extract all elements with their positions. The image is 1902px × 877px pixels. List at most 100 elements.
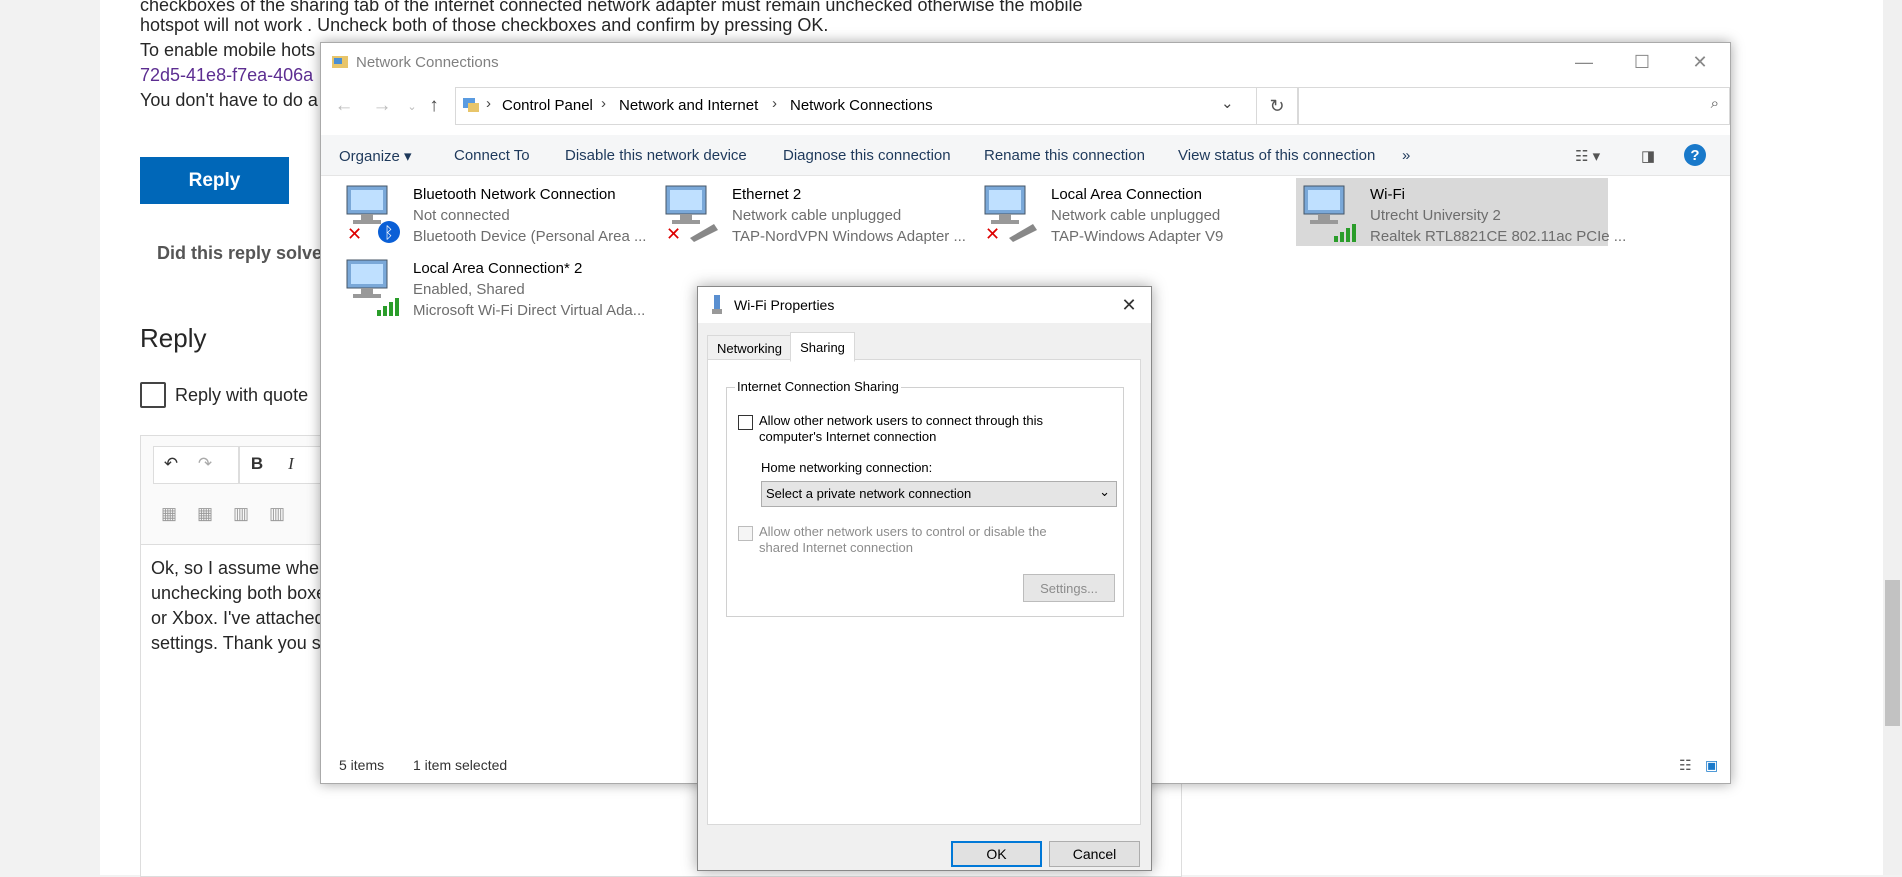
forward-icon[interactable]: → xyxy=(369,91,395,121)
breadcrumb-network-connections[interactable]: Network Connections xyxy=(790,97,933,114)
network-folder-icon xyxy=(332,56,348,68)
tab-sharing[interactable]: Sharing xyxy=(790,332,855,362)
connection-device: Realtek RTL8821CE 802.11ac PCIe ... xyxy=(1370,228,1627,245)
item-count: 5 items xyxy=(339,757,385,773)
organize-menu[interactable]: Organize ▾ xyxy=(339,147,412,165)
search-box[interactable]: ⌕ xyxy=(1298,87,1730,125)
control-panel-icon xyxy=(463,98,479,112)
editor-content[interactable]: Ok, so I assume when unchecking both box… xyxy=(151,556,331,656)
bold-button[interactable]: B xyxy=(241,448,273,480)
breadcrumb-control-panel[interactable]: Control Panel xyxy=(502,97,593,114)
close-icon[interactable]: ✕ xyxy=(1671,43,1729,81)
dialog-titlebar[interactable]: Wi-Fi Properties ✕ xyxy=(698,287,1151,323)
editor-line: settings. Thank you so xyxy=(151,633,331,653)
redo-icon[interactable]: ↷ xyxy=(189,448,221,480)
connection-device: TAP-NordVPN Windows Adapter ... xyxy=(732,228,966,245)
details-view-icon[interactable]: ☷ xyxy=(1679,757,1692,774)
view-status-button[interactable]: View status of this connection xyxy=(1178,147,1375,164)
selection-count: 1 item selected xyxy=(413,757,508,773)
undo-icon[interactable]: ↶ xyxy=(155,448,187,480)
did-this-reply-solve-text: Did this reply solve xyxy=(157,243,323,263)
reply-with-quote-checkbox[interactable] xyxy=(140,382,166,408)
ethernet-icon: ✕ xyxy=(665,185,718,244)
page-scrollbar[interactable] xyxy=(1883,0,1902,875)
preview-pane-icon[interactable]: ◨ xyxy=(1641,147,1655,165)
change-view-icon[interactable]: ☷ ▾ xyxy=(1575,147,1600,165)
editor-line: or Xbox. I've attached xyxy=(151,608,325,628)
tiles-view-icon[interactable]: ▣ xyxy=(1705,757,1718,774)
more-commands-button[interactable]: » xyxy=(1402,147,1410,164)
close-icon[interactable]: ✕ xyxy=(1107,287,1151,323)
connection-status: Utrecht University 2 xyxy=(1370,207,1501,224)
connection-item-local-area[interactable]: ✕ Local Area Connection Network cable un… xyxy=(977,178,1289,246)
reply-with-quote-label: Reply with quote xyxy=(175,385,309,405)
table-column-right-icon[interactable]: ▥ xyxy=(261,498,293,530)
diagnose-button[interactable]: Diagnose this connection xyxy=(783,147,951,164)
connection-item-bluetooth[interactable]: ✕ ᛒ Bluetooth Network Connection Not con… xyxy=(339,178,651,246)
up-icon[interactable]: ↑ xyxy=(421,91,447,121)
allow-control-checkbox[interactable] xyxy=(738,526,753,541)
editor-line: Ok, so I assume when xyxy=(151,558,330,578)
connection-item-ethernet-2[interactable]: ✕ Ethernet 2 Network cable unplugged TAP… xyxy=(658,178,970,246)
breadcrumb-separator-icon: › xyxy=(772,95,777,112)
refresh-icon[interactable]: ↻ xyxy=(1256,87,1298,125)
tab-networking[interactable]: Networking xyxy=(707,335,792,361)
table-column-icon[interactable]: ▥ xyxy=(225,498,257,530)
allow-connect-checkbox[interactable] xyxy=(738,415,753,430)
svg-text:✕: ✕ xyxy=(985,224,1000,244)
svg-text:ᛒ: ᛒ xyxy=(384,223,394,242)
connect-to-button[interactable]: Connect To xyxy=(454,147,530,164)
allow-connect-label-line: computer's Internet connection xyxy=(759,429,937,444)
allow-connect-label-line: Allow other network users to connect thr… xyxy=(759,413,1043,428)
connection-item-wifi[interactable]: Wi-Fi Utrecht University 2 Realtek RTL88… xyxy=(1296,178,1626,246)
settings-button[interactable]: Settings... xyxy=(1023,574,1115,602)
network-adapter-icon xyxy=(712,295,722,314)
address-bar[interactable]: › Control Panel › Network and Internet ›… xyxy=(455,87,1257,125)
connection-name: Local Area Connection* 2 xyxy=(413,260,583,277)
maximize-icon[interactable]: ☐ xyxy=(1613,43,1671,81)
svg-text:✕: ✕ xyxy=(666,224,681,244)
window-titlebar[interactable]: Network Connections — ☐ ✕ xyxy=(321,43,1730,81)
ethernet-icon: ✕ xyxy=(984,185,1037,244)
search-input[interactable] xyxy=(1299,88,1689,124)
connection-status: Network cable unplugged xyxy=(1051,207,1221,224)
answer-link[interactable]: 72d5-41e8-f7ea-406a xyxy=(140,63,313,88)
page-scrollbar-thumb[interactable] xyxy=(1885,580,1900,726)
connection-status: Not connected xyxy=(413,207,510,224)
back-icon[interactable]: ← xyxy=(331,91,357,121)
minimize-icon[interactable]: — xyxy=(1555,43,1613,81)
allow-control-label-line: shared Internet connection xyxy=(759,540,913,555)
address-bar-row: ← → ⌄ ↑ › Control Panel › Network and In… xyxy=(321,81,1730,131)
group-title: Internet Connection Sharing xyxy=(735,379,901,394)
connection-device: TAP-Windows Adapter V9 xyxy=(1051,228,1224,245)
command-bar: Organize ▾ Connect To Disable this netwo… xyxy=(321,135,1730,176)
connection-name: Local Area Connection xyxy=(1051,186,1202,203)
search-icon[interactable]: ⌕ xyxy=(1711,95,1719,112)
answer-text-line: You don't have to do a xyxy=(140,90,318,110)
organize-label: Organize xyxy=(339,148,400,165)
allow-connect-label[interactable]: Allow other network users to connect thr… xyxy=(759,413,1043,445)
help-icon[interactable]: ? xyxy=(1684,144,1706,166)
table-icon[interactable]: ▦ xyxy=(153,498,185,530)
home-networking-dropdown[interactable]: Select a private network connection ⌄ xyxy=(761,481,1117,507)
allow-control-label-line: Allow other network users to control or … xyxy=(759,524,1047,539)
editor-line: unchecking both boxe xyxy=(151,583,327,603)
connection-status: Enabled, Shared xyxy=(413,281,525,298)
cancel-button[interactable]: Cancel xyxy=(1049,841,1140,867)
reply-button[interactable]: Reply xyxy=(140,157,289,204)
breadcrumb-network-internet[interactable]: Network and Internet xyxy=(619,97,758,114)
svg-text:✕: ✕ xyxy=(347,224,362,244)
connection-item-local-area-2[interactable]: Local Area Connection* 2 Enabled, Shared… xyxy=(339,252,651,320)
table-insert-icon[interactable]: ▦ xyxy=(189,498,221,530)
allow-control-label: Allow other network users to control or … xyxy=(759,524,1047,556)
italic-button[interactable]: I xyxy=(275,448,307,480)
rename-button[interactable]: Rename this connection xyxy=(984,147,1145,164)
home-networking-label: Home networking connection: xyxy=(761,460,933,475)
answer-text-line: To enable mobile hots xyxy=(140,40,316,60)
dropdown-value: Select a private network connection xyxy=(766,486,972,501)
ok-button[interactable]: OK xyxy=(951,841,1042,867)
bluetooth-network-icon: ✕ ᛒ xyxy=(346,185,400,244)
address-dropdown-icon[interactable]: ⌄ xyxy=(1221,94,1234,112)
connection-device: Bluetooth Device (Personal Area ... xyxy=(413,228,647,245)
disable-device-button[interactable]: Disable this network device xyxy=(565,147,747,164)
